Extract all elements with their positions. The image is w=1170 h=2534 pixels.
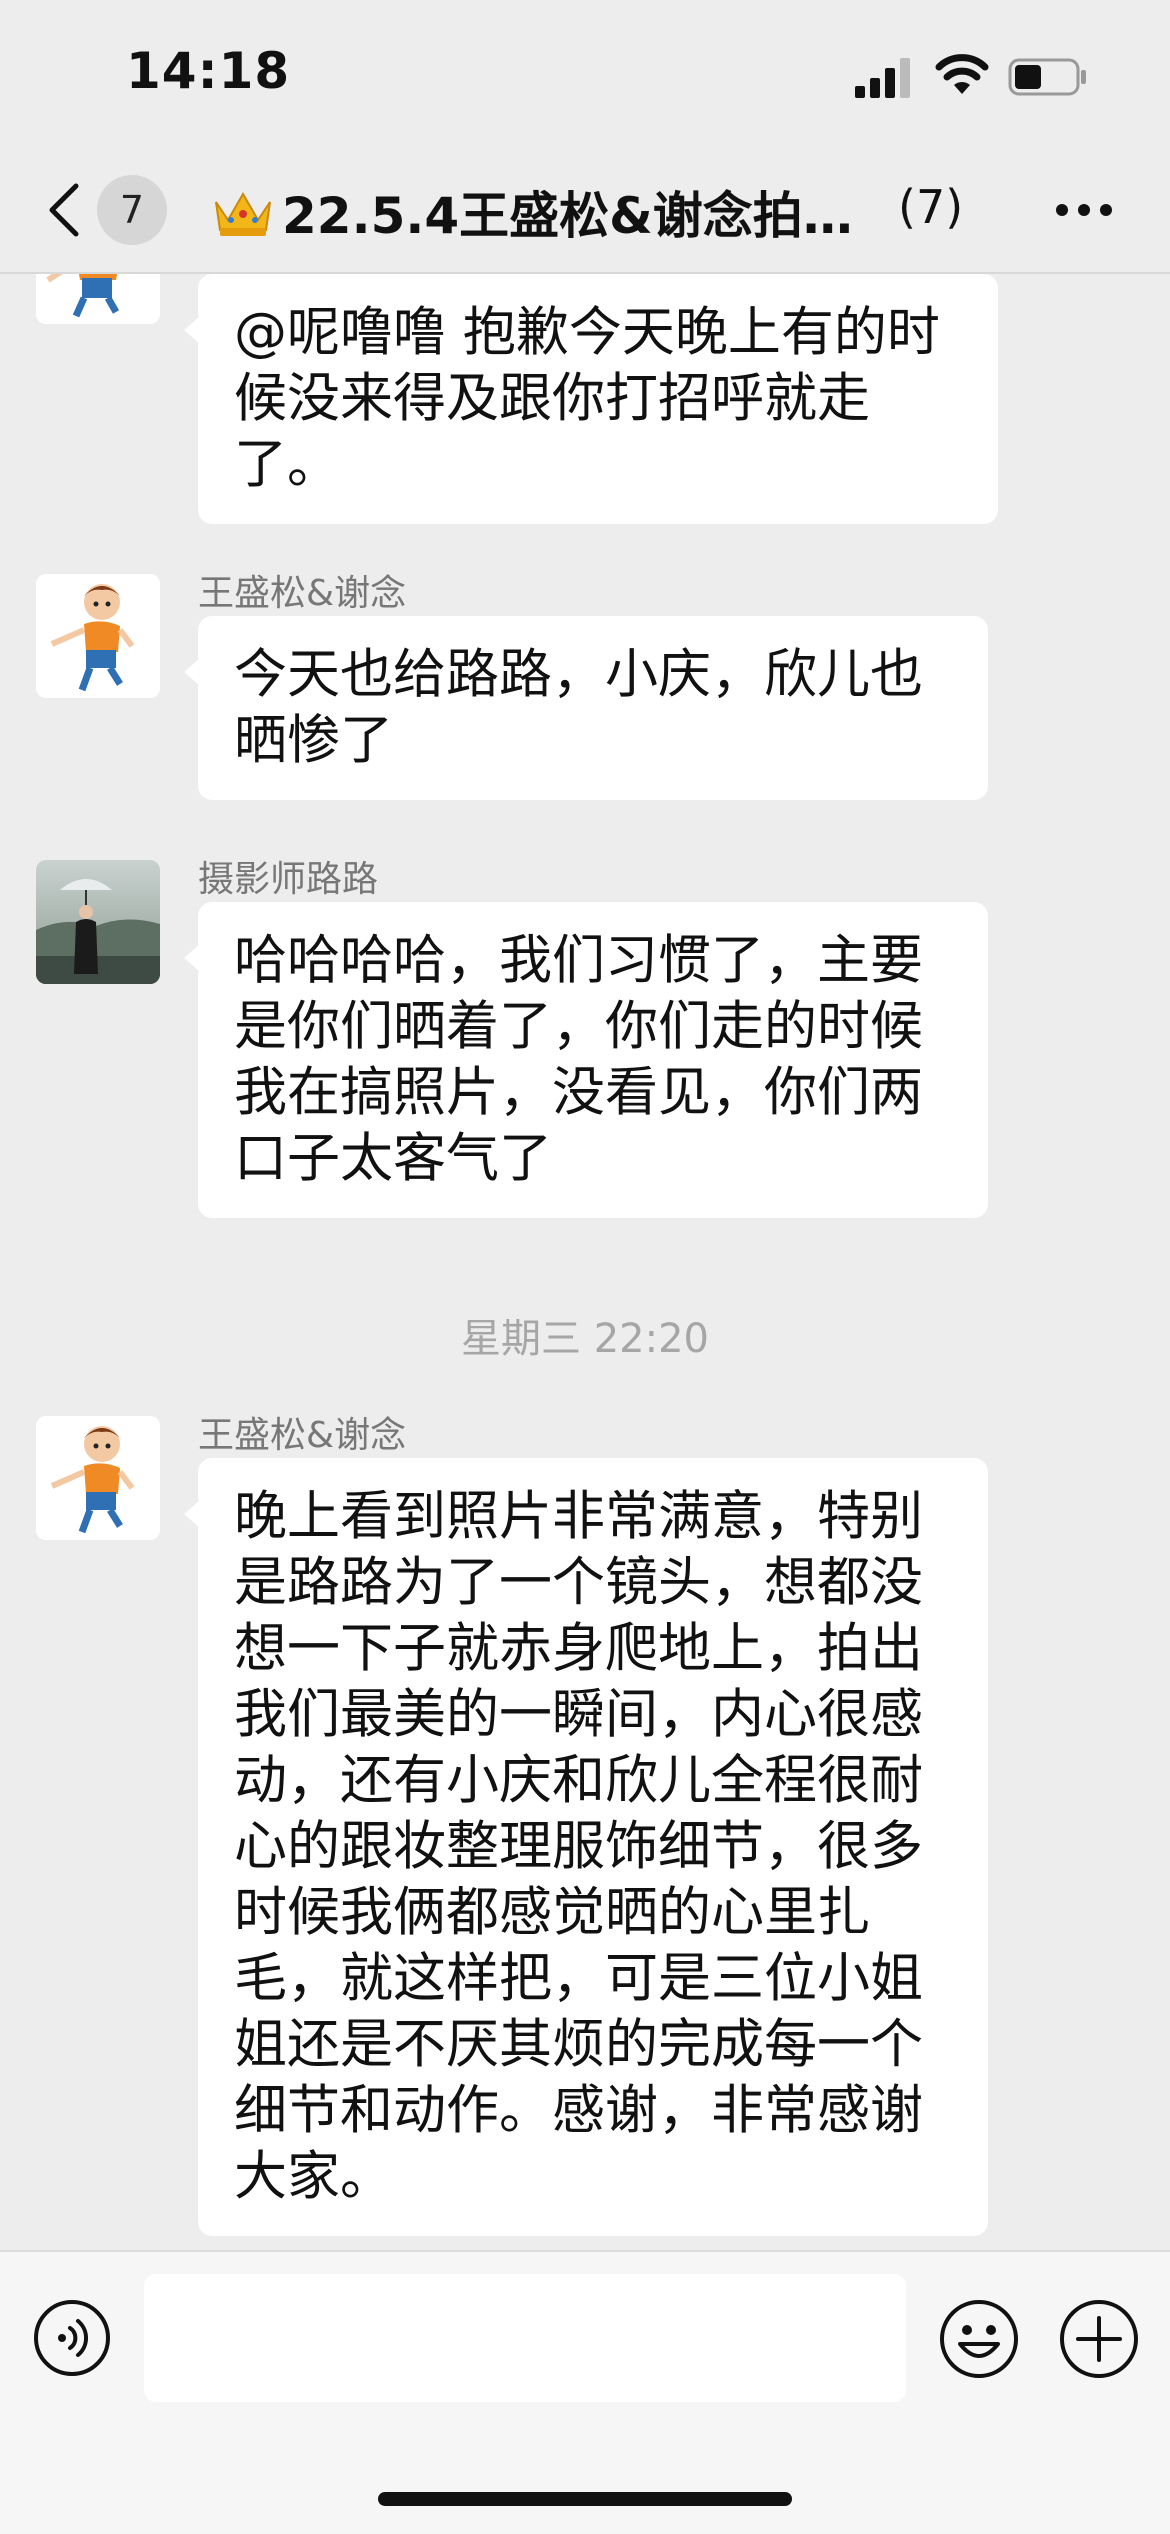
more-options-icon[interactable]	[1054, 202, 1114, 218]
sender-name: 摄影师路路	[198, 859, 379, 900]
message-text: 晚上看到照片非常满意，特别是路路为了一个镜头，想都没想一下子就赤身爬地上，拍出我…	[234, 1486, 923, 2207]
battery-icon	[1008, 58, 1086, 96]
member-count: (7)	[898, 180, 964, 234]
wifi-icon	[935, 54, 989, 94]
voice-input-icon[interactable]	[32, 2298, 112, 2378]
message-input[interactable]	[144, 2274, 906, 2402]
chat-message-list[interactable]: @呢噜噜 抱歉今天晚上有的时候没来得及跟你打招呼就走了。 王盛松&谢念 今天也给…	[0, 274, 1170, 2250]
unread-count-badge[interactable]: 7	[97, 175, 167, 245]
add-attachment-icon[interactable]	[1058, 2298, 1140, 2380]
message-input-bar	[0, 2250, 1170, 2534]
message-bubble[interactable]: 今天也给路路，小庆，欣儿也晒惨了	[184, 616, 988, 800]
message-bubble[interactable]: @呢噜噜 抱歉今天晚上有的时候没来得及跟你打招呼就走了。	[184, 274, 998, 524]
message-bubble[interactable]: 哈哈哈哈，我们习惯了，主要是你们晒着了，你们走的时候我在搞照片，没看见，你们两口…	[184, 902, 988, 1218]
sender-avatar[interactable]	[36, 860, 160, 984]
message-text: 哈哈哈哈，我们习惯了，主要是你们晒着了，你们走的时候我在搞照片，没看见，你们两口…	[234, 930, 923, 1189]
cellular-signal-icon	[855, 58, 910, 98]
cartoon-boy-avatar-icon	[36, 574, 160, 698]
sender-name: 王盛松&谢念	[198, 573, 407, 614]
back-chevron-icon[interactable]	[46, 182, 82, 238]
sender-avatar[interactable]	[36, 1416, 160, 1540]
status-time: 14:18	[126, 42, 291, 100]
timestamp-divider: 星期三 22:20	[461, 1316, 709, 1362]
sender-avatar[interactable]	[36, 574, 160, 698]
sender-avatar[interactable]	[36, 274, 160, 324]
cartoon-boy-avatar-icon	[36, 1416, 160, 1540]
emoji-icon[interactable]	[938, 2298, 1020, 2380]
message-text: @呢噜噜 抱歉今天晚上有的时候没来得及跟你打招呼就走了。	[234, 302, 940, 495]
crown-icon	[215, 191, 271, 236]
home-indicator	[378, 2492, 792, 2506]
message-bubble[interactable]: 晚上看到照片非常满意，特别是路路为了一个镜头，想都没想一下子就赤身爬地上，拍出我…	[184, 1458, 988, 2236]
cartoon-boy-avatar-icon	[36, 274, 160, 324]
message-text: 今天也给路路，小庆，欣儿也晒惨了	[234, 644, 923, 771]
status-bar: 14:18	[0, 0, 1170, 150]
photo-avatar-umbrella-icon	[36, 860, 160, 984]
sender-name: 王盛松&谢念	[198, 1415, 407, 1456]
chat-header: 7 22.5.4王盛松&谢念拍… (7)	[0, 150, 1170, 274]
chat-title: 22.5.4王盛松&谢念拍…	[282, 187, 853, 245]
